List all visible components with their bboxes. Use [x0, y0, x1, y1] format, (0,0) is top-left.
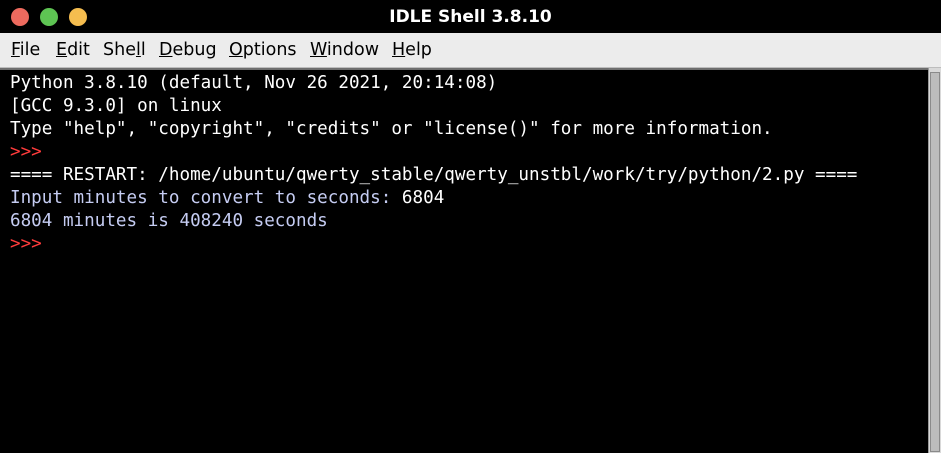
scrollbar-thumb[interactable] — [930, 72, 940, 452]
shell-input-line: Input minutes to convert to seconds: 680… — [10, 187, 444, 210]
menu-bar: File Edit Shell Debug Options Window Hel… — [0, 33, 941, 68]
shell-restart-line: ==== RESTART: /home/ubuntu/qwerty_stable… — [10, 165, 858, 185]
shell-banner-line: Python 3.8.10 (default, Nov 26 2021, 20:… — [10, 73, 498, 93]
window-title: IDLE Shell 3.8.10 — [389, 7, 552, 27]
menu-debug[interactable]: Debug — [159, 33, 217, 67]
shell-prompt: >>> — [10, 142, 53, 162]
menu-help[interactable]: Help — [392, 33, 432, 67]
shell-banner-line: [GCC 9.3.0] on linux — [10, 96, 222, 116]
menu-options[interactable]: Options — [229, 33, 297, 67]
menu-window[interactable]: Window — [310, 33, 379, 67]
user-input-value: 6804 — [401, 188, 445, 208]
menu-edit[interactable]: Edit — [56, 33, 90, 67]
shell-prompt[interactable]: >>> — [10, 233, 52, 256]
shell-output-line: 6804 minutes is 408240 seconds — [10, 211, 328, 231]
input-prompt-text: Input minutes to convert to seconds: — [10, 188, 402, 208]
shell-banner-line: Type "help", "copyright", "credits" or "… — [10, 119, 773, 139]
shell-text-area[interactable]: Python 3.8.10 (default, Nov 26 2021, 20:… — [0, 68, 928, 453]
menu-shell[interactable]: Shell — [103, 33, 146, 67]
title-bar[interactable]: IDLE Shell 3.8.10 — [0, 0, 941, 33]
menu-file[interactable]: File — [11, 33, 40, 67]
vertical-scrollbar[interactable] — [928, 68, 941, 453]
idle-shell-window: IDLE Shell 3.8.10 File Edit Shell Debug … — [0, 0, 941, 453]
